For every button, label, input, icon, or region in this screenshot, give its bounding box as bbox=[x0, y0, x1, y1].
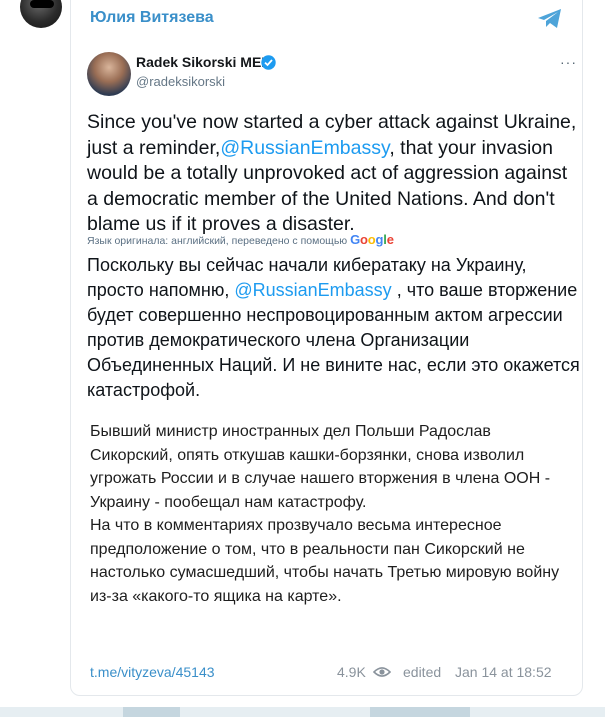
bottom-strip bbox=[0, 707, 605, 717]
verified-badge-icon bbox=[261, 55, 276, 70]
post-timestamp: Jan 14 at 18:52 bbox=[455, 664, 552, 680]
telegram-post: Юлия Витязева Radek Sikorski MEP @radeks… bbox=[0, 0, 605, 717]
google-logo: Google bbox=[350, 232, 394, 247]
post-paragraph-2: На что в комментариях прозвучало весьма … bbox=[90, 517, 560, 605]
bottom-strip-segment bbox=[180, 707, 370, 717]
translation-note-text: Язык оригинала: английский, переведено с… bbox=[87, 235, 348, 247]
post-paragraph-1: Бывший министр иностранных дел Польши Ра… bbox=[90, 423, 551, 511]
translation-note: Язык оригинала: английский, переведено с… bbox=[87, 232, 394, 247]
translation-mention-link[interactable]: @RussianEmbassy bbox=[234, 280, 391, 300]
tweet-handle[interactable]: @radeksikorski bbox=[136, 74, 225, 89]
post-body: Бывший министр иностранных дел Польши Ра… bbox=[90, 420, 570, 608]
view-count: 4.9K bbox=[337, 664, 366, 680]
tweet-avatar[interactable] bbox=[87, 52, 131, 96]
avatar-glasses bbox=[30, 0, 54, 8]
tweet-author-name[interactable]: Radek Sikorski MEP bbox=[136, 54, 271, 70]
tweet-translation: Поскольку вы сейчас начали кибератаку на… bbox=[87, 253, 583, 403]
embedded-tweet[interactable]: Radek Sikorski MEP @radeksikorski ··· Si… bbox=[82, 40, 588, 410]
post-footer: t.me/vityzeva/45143 4.9K edited Jan 14 a… bbox=[90, 664, 568, 682]
telegram-share-icon[interactable] bbox=[537, 8, 563, 30]
post-link[interactable]: t.me/vityzeva/45143 bbox=[90, 664, 215, 680]
post-author[interactable]: Юлия Витязева bbox=[90, 9, 214, 27]
bottom-strip-segment bbox=[470, 707, 605, 717]
more-options-icon[interactable]: ··· bbox=[560, 54, 577, 70]
eye-icon bbox=[373, 667, 391, 677]
tweet-text: Since you've now started a cyber attack … bbox=[87, 110, 577, 238]
bottom-strip-segment bbox=[0, 707, 123, 717]
tweet-mention-link[interactable]: @RussianEmbassy bbox=[220, 137, 389, 159]
channel-avatar[interactable] bbox=[20, 0, 62, 28]
edited-label: edited bbox=[403, 664, 442, 680]
